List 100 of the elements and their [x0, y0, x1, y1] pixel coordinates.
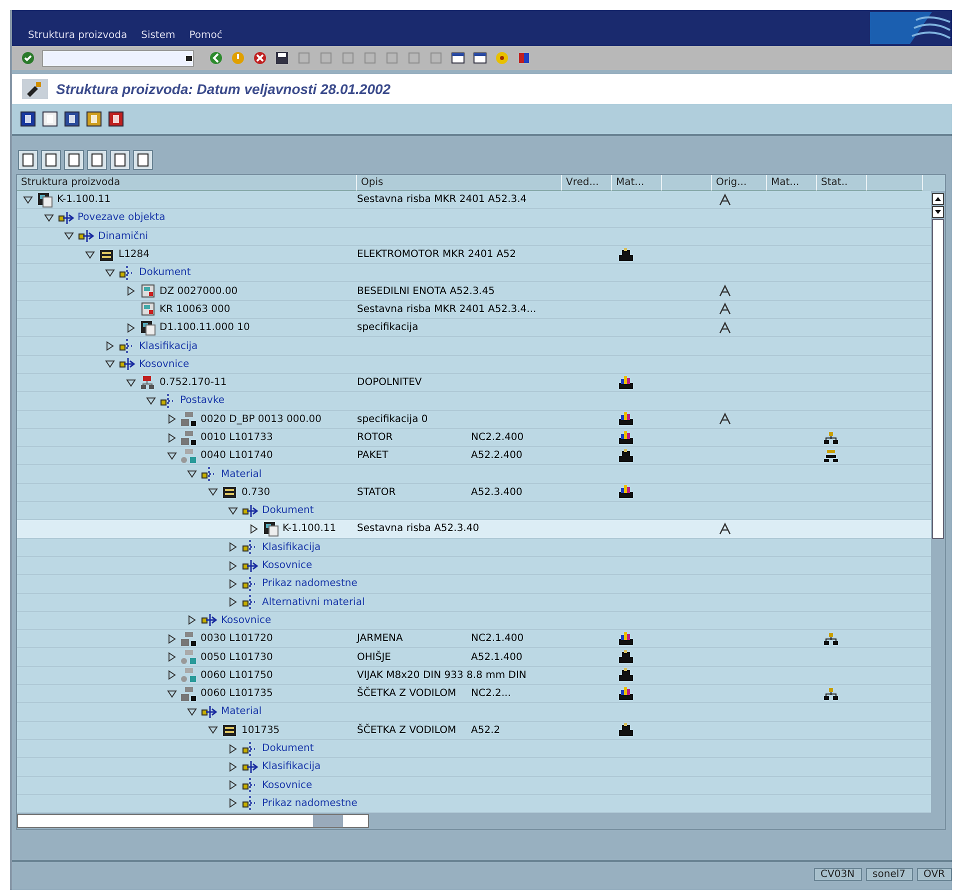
back-icon[interactable]: [208, 50, 224, 66]
tree-row[interactable]: Klasifikacija: [17, 538, 931, 557]
collapse-icon[interactable]: [208, 725, 218, 736]
node-label: 0050 L101730: [200, 652, 273, 663]
node-label: 0010 L101733: [200, 432, 273, 443]
table-cell: A52.2: [471, 724, 500, 736]
help-icon[interactable]: [494, 50, 510, 66]
tree-row[interactable]: Alternativni material: [17, 594, 931, 612]
expand-icon[interactable]: [228, 744, 238, 754]
window-icon[interactable]: [450, 50, 466, 66]
tool-icon[interactable]: [22, 79, 48, 99]
description-text: ŠČETKA Z VODILOM: [357, 688, 458, 700]
expand-icon[interactable]: [126, 286, 136, 296]
tree-row[interactable]: K-1.100.11 Sestavna risba MKR 2401 A52.3.4: [17, 191, 931, 210]
collapse-icon[interactable]: [105, 359, 115, 370]
collapse-icon[interactable]: [64, 231, 74, 242]
tree-row[interactable]: Material: [17, 703, 931, 722]
node-label: 101735: [242, 724, 280, 736]
expand-icon[interactable]: [228, 798, 238, 808]
window-icon[interactable]: [472, 50, 488, 66]
menu-item[interactable]: Pomoć: [189, 30, 222, 41]
material-icon: [220, 722, 238, 738]
tree-row[interactable]: 101735 ŠČETKA Z VODILOM A52.2: [17, 722, 931, 740]
check-icon[interactable]: [20, 50, 36, 66]
tree-row[interactable]: Prikaz nadomestne: [17, 794, 931, 814]
scroll-thumb[interactable]: [932, 219, 944, 539]
tree-row[interactable]: Dokument: [17, 264, 931, 282]
expand-icon[interactable]: [166, 634, 176, 644]
collapse-icon[interactable]: [208, 487, 218, 498]
collapse-icon[interactable]: [166, 688, 176, 699]
expand-icon[interactable]: [166, 670, 176, 680]
collapse-icon[interactable]: [23, 194, 33, 205]
tree-row[interactable]: 0.752.170-11 DOPOLNITEV: [17, 374, 931, 392]
page-icon[interactable]: [41, 150, 61, 170]
vertical-scrollbar[interactable]: [931, 191, 945, 814]
tree-row[interactable]: Dokument: [17, 502, 931, 520]
collapse-icon[interactable]: [84, 250, 94, 260]
tree-row[interactable]: DZ 0027000.00 BESEDILNI ENOTA A52.3.45: [17, 282, 931, 301]
tree-row[interactable]: 0.730 STATOR A52.3.400: [17, 484, 931, 502]
expand-icon[interactable]: [166, 432, 176, 442]
node-label: 0030 L101720: [200, 633, 273, 644]
tree-row[interactable]: Povezave objekta: [17, 209, 931, 228]
expand-icon[interactable]: [228, 780, 238, 790]
link-arrow-icon: [241, 558, 259, 574]
tree-row[interactable]: Material: [17, 465, 931, 484]
collapse-icon[interactable]: [228, 506, 238, 516]
collapse-icon[interactable]: [187, 706, 197, 717]
scroll-down-icon[interactable]: [932, 206, 944, 218]
item-icon: [180, 667, 198, 684]
collapse-icon[interactable]: [166, 450, 176, 461]
command-field[interactable]: [42, 50, 194, 66]
expand-icon[interactable]: [228, 560, 238, 571]
tree-row[interactable]: Klasifikacija: [17, 758, 931, 776]
expand-icon[interactable]: [166, 652, 176, 662]
tree-row[interactable]: Postavke: [17, 392, 931, 411]
node-label: Alternativni material: [262, 596, 365, 608]
page-icon[interactable]: [64, 150, 84, 170]
node-label: KR 10063 000: [160, 304, 230, 315]
expand-icon[interactable]: [228, 762, 238, 772]
cancel-icon[interactable]: [252, 50, 268, 66]
tree-row[interactable]: Kosovnice: [17, 776, 931, 795]
tree-row[interactable]: 0050 L101730 OHIŠJE A52.1.400: [17, 648, 931, 667]
tree-row[interactable]: Kosovnice: [17, 356, 931, 374]
expand-icon[interactable]: [248, 524, 258, 534]
tree-row[interactable]: 0030 L101720 JARMENA NC2.1.400: [17, 630, 931, 648]
horizontal-scrollbar[interactable]: [17, 814, 369, 828]
tree-row[interactable]: KR 10063 000 Sestavna risba MKR 2401 A52.3.4...: [17, 300, 931, 320]
tree-row[interactable]: Kosovnice: [17, 612, 931, 630]
collapse-icon[interactable]: [44, 212, 54, 223]
expand-icon[interactable]: [126, 322, 136, 333]
expand-icon[interactable]: [166, 414, 176, 424]
tree-row[interactable]: 0020 D_BP 0013 000.00 specifikacija 0: [17, 410, 931, 429]
expand-icon[interactable]: [228, 578, 238, 589]
tree-row[interactable]: Dokument: [17, 740, 931, 758]
collapse-icon[interactable]: [187, 469, 197, 480]
tree-row[interactable]: D1.100.11.000 10 specifikacija: [17, 319, 931, 338]
expand-icon[interactable]: [228, 542, 238, 552]
item-icon: [180, 649, 198, 666]
tree-row[interactable]: 0040 L101740 PAKET A52.2.400: [17, 447, 931, 466]
tree-row[interactable]: Dinamični: [17, 228, 931, 246]
tree-row[interactable]: Klasifikacija: [17, 337, 931, 356]
save-icon[interactable]: [274, 50, 290, 66]
page-icon[interactable]: [110, 150, 130, 170]
tree-row[interactable]: 0060 L101750 VIJAK M8x20 DIN 933 8.8 mm DIN: [17, 666, 931, 686]
scroll-up-icon[interactable]: [932, 193, 944, 205]
tree-row[interactable]: 0010 L101733 ROTOR NC2.2.400: [17, 428, 931, 448]
tree-row[interactable]: K-1.100.11 Sestavna risba A52.3.40: [17, 520, 931, 539]
expand-icon[interactable]: [187, 615, 197, 626]
tree-row[interactable]: L1284 ELEKTROMOTOR MKR 2401 A52: [17, 246, 931, 264]
collapse-icon[interactable]: [105, 268, 115, 278]
expand-icon[interactable]: [105, 341, 115, 352]
tree-row[interactable]: 0060 L101735 ŠČETKA Z VODILOM NC2.2...: [17, 685, 931, 704]
tree-row[interactable]: Prikaz nadomestne: [17, 575, 931, 594]
palette-icon[interactable]: [516, 50, 532, 66]
menu-item[interactable]: Sistem: [141, 30, 176, 41]
expand-icon[interactable]: [228, 597, 238, 608]
collapse-icon[interactable]: [146, 396, 156, 406]
description-text: Sestavna risba MKR 2401 A52.3.4: [357, 194, 528, 206]
menu-item[interactable]: Struktura proizvoda: [28, 30, 128, 41]
collapse-icon[interactable]: [126, 378, 136, 388]
